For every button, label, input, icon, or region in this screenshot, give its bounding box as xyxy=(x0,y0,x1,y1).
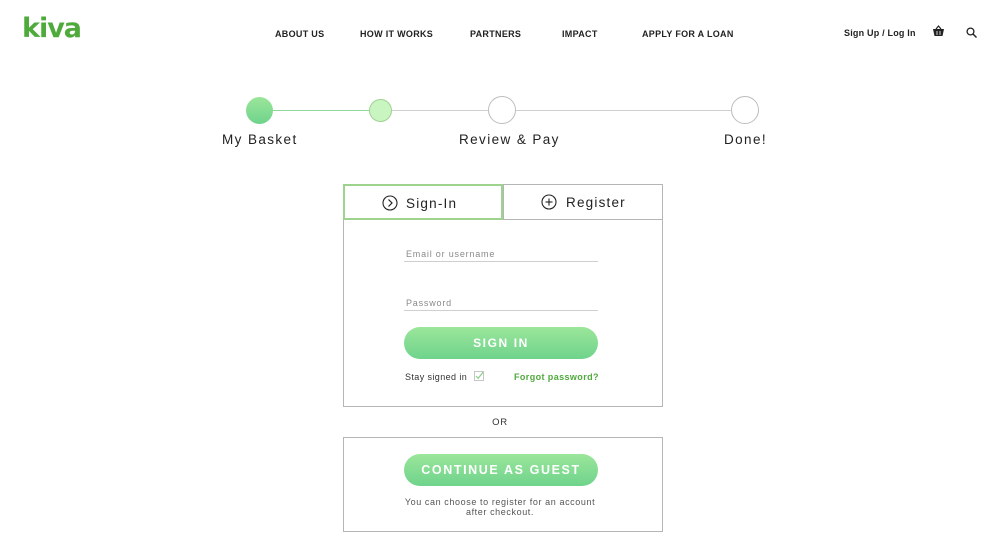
stay-signed-in-checkbox-icon[interactable] xyxy=(474,371,484,381)
guest-note-line-1: You can choose to register for an accoun… xyxy=(404,497,596,507)
or-divider: OR xyxy=(492,417,508,428)
nav-impact[interactable]: IMPACT xyxy=(562,29,598,39)
step-label-done: Done! xyxy=(724,132,768,147)
plus-circle-icon xyxy=(541,194,557,210)
tab-signin-label: Sign-In xyxy=(406,196,458,211)
guest-note: You can choose to register for an accoun… xyxy=(400,497,600,517)
nav-about-us[interactable]: ABOUT US xyxy=(275,29,324,39)
email-field[interactable] xyxy=(404,246,598,262)
step-label-review-pay: Review & Pay xyxy=(459,132,560,147)
progress-line-pending xyxy=(380,110,744,111)
tab-register-label: Register xyxy=(566,195,626,210)
forgot-password-link[interactable]: Forgot password? xyxy=(514,372,599,382)
step-circle-done xyxy=(731,96,759,124)
step-circle-progress xyxy=(369,99,392,122)
signin-button[interactable]: SIGN IN xyxy=(404,327,598,359)
tab-signin[interactable]: Sign-In xyxy=(343,184,503,220)
tab-register[interactable]: Register xyxy=(503,185,662,220)
guest-note-line-2: after checkout. xyxy=(465,507,535,517)
kiva-logo[interactable]: kiva xyxy=(22,14,82,44)
progress-line-complete xyxy=(260,110,380,111)
signup-login-link[interactable]: Sign Up / Log In xyxy=(844,28,916,38)
password-field[interactable] xyxy=(404,295,598,311)
basket-icon[interactable] xyxy=(932,25,945,38)
chevron-right-circle-icon xyxy=(382,195,398,211)
continue-as-guest-button[interactable]: CONTINUE AS GUEST xyxy=(404,454,598,486)
nav-apply-for-a-loan[interactable]: APPLY FOR A LOAN xyxy=(642,29,734,39)
step-circle-review xyxy=(488,96,516,124)
nav-partners[interactable]: PARTNERS xyxy=(470,29,521,39)
stay-signed-in-label: Stay signed in xyxy=(405,372,468,382)
search-icon[interactable] xyxy=(966,27,977,38)
step-label-my-basket: My Basket xyxy=(222,132,298,147)
step-circle-basket xyxy=(246,97,273,124)
nav-how-it-works[interactable]: HOW IT WORKS xyxy=(360,29,433,39)
